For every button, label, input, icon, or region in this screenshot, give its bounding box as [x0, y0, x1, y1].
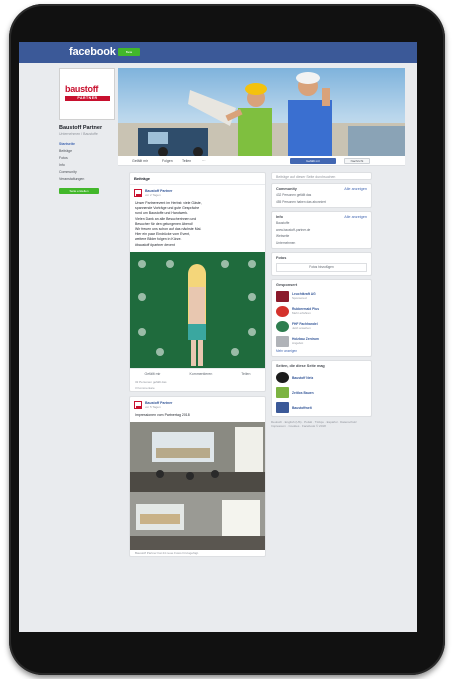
- like-button[interactable]: Gefällt mir: [290, 158, 336, 164]
- comment-count[interactable]: 3 Kommentare: [130, 385, 265, 391]
- post-photo[interactable]: [130, 492, 265, 551]
- ad-sub: Angebot: [292, 341, 304, 345]
- post-actions: Gefällt mir Kommentieren Teilen: [130, 367, 265, 379]
- post-text: Impressionen vom Partnertag 2018: [135, 412, 190, 417]
- liked-page-item[interactable]: Baustoffwelt: [276, 402, 367, 413]
- post-text-line: #baustoff #partner #event: [135, 242, 175, 247]
- left-column: baustoff PARTNER Baustoff Partner Untern…: [59, 68, 115, 194]
- post-timestamp[interactable]: vor 2 Tagen: [145, 193, 172, 197]
- post-timestamp[interactable]: vor 5 Tagen: [145, 405, 172, 409]
- liked-page-name[interactable]: Baustoff Netz: [292, 376, 313, 380]
- cover-photo[interactable]: [118, 68, 405, 156]
- brand-logo-subtext: PARTNER: [65, 96, 110, 101]
- presentation-photo: [130, 422, 265, 493]
- ad-thumbnail: [276, 290, 289, 302]
- see-all-link[interactable]: Alle anzeigen: [344, 187, 367, 191]
- post-photo[interactable]: [130, 422, 265, 493]
- message-button[interactable]: Nachricht: [344, 158, 370, 164]
- like-action[interactable]: Gefällt mir: [145, 372, 161, 376]
- post-card: Baustoff Partner vor 5 Tagen Impressione…: [129, 395, 266, 558]
- tab-more[interactable]: ···: [202, 159, 206, 163]
- right-column: Beiträge auf dieser Seite durchsuchen Co…: [271, 172, 372, 428]
- event-photo: [138, 259, 256, 366]
- profile-picture[interactable]: baustoff PARTNER: [59, 68, 115, 120]
- liked-page-name[interactable]: Baustoffwelt: [292, 406, 312, 410]
- ad-thumbnail: [276, 320, 289, 332]
- liked-page-name[interactable]: Zeitlos Bauen: [292, 391, 314, 395]
- post-text: Unser Partnerevent im Herbst: viele Gäst…: [130, 201, 265, 252]
- info-line: Webseite: [276, 234, 290, 238]
- info-box: Info Alle anzeigen Baustoffe www.baustof…: [271, 211, 372, 249]
- page-thumbnail: [276, 372, 289, 383]
- beta-badge: Beta: [118, 48, 140, 56]
- sponsored-box: Gesponsert Leuchtkraft AG Sponsored Rubbe…: [271, 278, 372, 357]
- tab-share[interactable]: Teilen: [182, 159, 191, 163]
- tablet-screen: facebook Beta baustoff PARTNER Baustoff …: [19, 42, 417, 632]
- post-card: Beiträge Baustoff Partner vor 2 Tagen Un…: [129, 172, 266, 392]
- box-title: Community Alle anzeigen: [276, 187, 367, 191]
- followers-count: 455 Personen haben das abonniert: [276, 199, 326, 204]
- footer-legal[interactable]: Impressum · Cookies · Facebook © 2018: [271, 424, 372, 428]
- liked-page-item[interactable]: Zeitlos Bauen: [276, 387, 367, 398]
- post-header: Baustoff Partner vor 2 Tagen: [130, 185, 265, 201]
- see-more-link[interactable]: Mehr anzeigen: [276, 349, 367, 354]
- cover-illustration: [118, 72, 405, 156]
- nav-item-photos[interactable]: Fotos: [59, 155, 115, 162]
- community-title: Community: [276, 187, 297, 191]
- ad-sub: Jetzt ansehen: [292, 326, 311, 330]
- liked-pages-box: Seiten, die diese Seite mag Baustoff Net…: [271, 360, 372, 417]
- cover-action-bar: Gefällt mir Folgen Teilen ··· Gefällt mi…: [118, 156, 405, 166]
- likes-count: 432 Personen gefällt das: [276, 193, 312, 197]
- page-thumbnail: [276, 387, 289, 398]
- ad-thumbnail: [276, 335, 289, 347]
- author-avatar[interactable]: [134, 400, 142, 409]
- tab-like[interactable]: Gefällt mir: [132, 159, 148, 163]
- info-line: Baustoffe: [276, 221, 290, 225]
- tab-follow[interactable]: Folgen: [162, 159, 173, 163]
- share-action[interactable]: Teilen: [241, 372, 250, 376]
- ad-sub: Sponsored: [292, 296, 307, 300]
- brand-logo-text: baustoff: [65, 84, 99, 94]
- info-title: Info: [276, 215, 283, 219]
- page-category: Unternehmen / Baustoffe: [59, 132, 98, 136]
- page-name: Baustoff Partner: [59, 125, 103, 131]
- facebook-topbar: facebook Beta: [19, 42, 417, 63]
- photos-title: Fotos: [276, 256, 287, 260]
- author-avatar[interactable]: [134, 189, 142, 197]
- community-box: Community Alle anzeigen 432 Personen gef…: [271, 183, 372, 208]
- photo-caption: Baustoff Partner hat 24 neue Fotos hinzu…: [135, 551, 199, 556]
- see-all-link[interactable]: Alle anzeigen: [344, 215, 367, 219]
- news-feed: Beiträge Baustoff Partner vor 2 Tagen Un…: [129, 172, 266, 632]
- facebook-logo[interactable]: facebook: [69, 46, 116, 58]
- footer-links: Deutsch · English (US) · Polski · Türkçe…: [271, 420, 372, 428]
- comment-action[interactable]: Kommentieren: [190, 372, 213, 376]
- sponsored-title: Gesponsert: [276, 282, 298, 287]
- info-line: Unternehmen: [276, 240, 296, 245]
- page-nav: Startseite Beiträge Fotos Info Community…: [59, 141, 115, 183]
- presentation-photo: [130, 492, 265, 551]
- ad-item[interactable]: FHF Fachhandel Jetzt ansehen: [276, 320, 367, 332]
- ad-item[interactable]: Holzbau Zentrum Angebot: [276, 335, 367, 347]
- post-photo[interactable]: [130, 251, 265, 368]
- liked-page-item[interactable]: Baustoff Netz: [276, 372, 367, 383]
- nav-item-events[interactable]: Veranstaltungen: [59, 176, 115, 183]
- ad-thumbnail: [276, 305, 289, 317]
- photos-box: Fotos Fotos hinzufügen: [271, 252, 372, 276]
- nav-item-info[interactable]: Info: [59, 162, 115, 169]
- liked-pages-title: Seiten, die diese Seite mag: [276, 364, 325, 368]
- nav-item-posts[interactable]: Beiträge: [59, 148, 115, 155]
- page-search-input[interactable]: Beiträge auf dieser Seite durchsuchen: [271, 172, 372, 180]
- feed-section-title: Beiträge: [130, 173, 265, 185]
- add-photos-button[interactable]: Fotos hinzufügen: [276, 263, 367, 272]
- info-line[interactable]: www.baustoff-partner.de: [276, 228, 367, 233]
- post-header: Baustoff Partner vor 5 Tagen: [130, 397, 265, 413]
- box-title: Info Alle anzeigen: [276, 215, 367, 219]
- page-thumbnail: [276, 402, 289, 413]
- nav-item-home[interactable]: Startseite: [59, 141, 115, 148]
- ad-item[interactable]: Leuchtkraft AG Sponsored: [276, 290, 367, 302]
- ad-sub: Mehr erfahren: [292, 311, 311, 315]
- ad-item[interactable]: Rubbermaid Plus Mehr erfahren: [276, 305, 367, 317]
- create-page-button[interactable]: Seite erstellen: [59, 188, 99, 194]
- nav-item-community[interactable]: Community: [59, 169, 115, 176]
